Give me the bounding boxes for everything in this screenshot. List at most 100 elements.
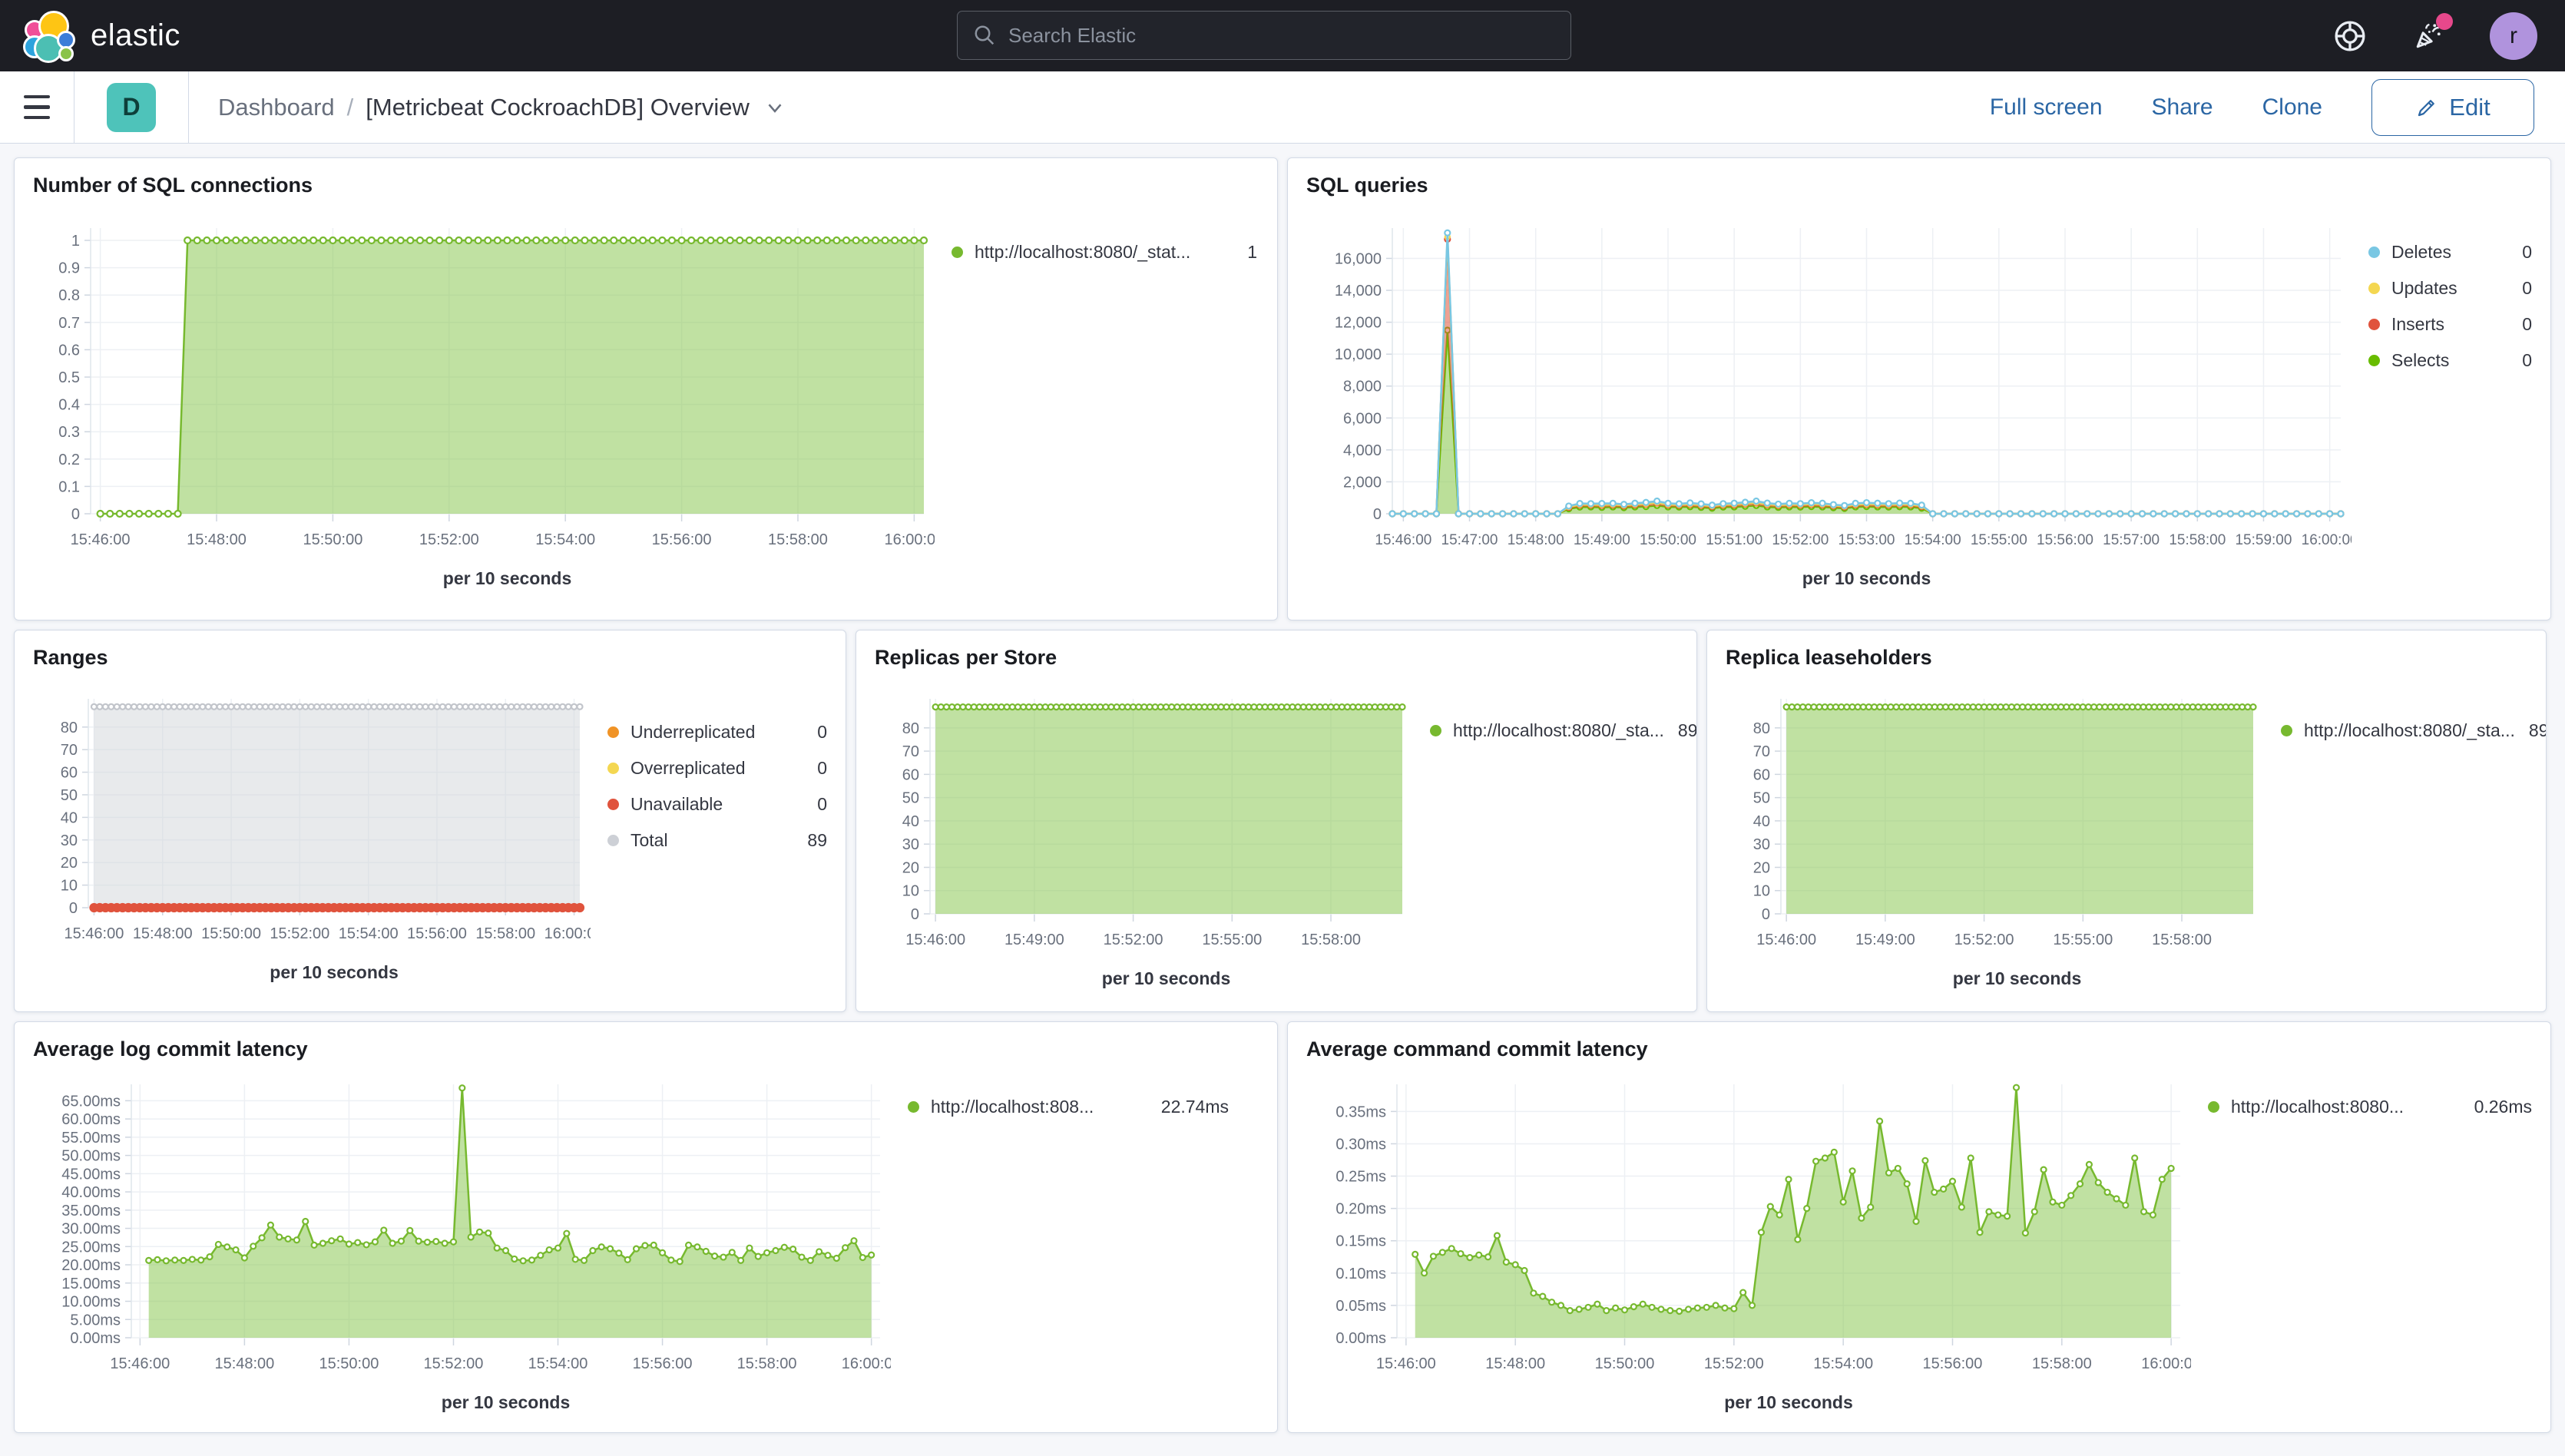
breadcrumb: Dashboard / [Metricbeat CockroachDB] Ove…	[218, 94, 786, 121]
svg-text:15:58:00: 15:58:00	[768, 531, 828, 548]
edit-button[interactable]: Edit	[2371, 79, 2534, 136]
svg-text:14,000: 14,000	[1335, 283, 1382, 299]
chart-canvas: 15:46:0015:48:0015:50:0015:52:0015:54:00…	[33, 690, 591, 951]
full-screen-button[interactable]: Full screen	[1990, 94, 2103, 121]
chart-canvas: 15:46:0015:48:0015:50:0015:52:0015:54:00…	[1306, 1075, 2191, 1381]
toolbar: D Dashboard / [Metricbeat CockroachDB] O…	[0, 71, 2565, 144]
chart-legend: http://localhost:8080/_sta...89	[1413, 690, 1678, 989]
legend-series-value: 0	[2508, 350, 2532, 371]
sql-queries-chart[interactable]: 15:46:0015:47:0015:48:0015:49:0015:50:00…	[1306, 219, 2352, 589]
svg-text:0.25ms: 0.25ms	[1335, 1169, 1386, 1186]
legend-series-dot-icon	[607, 835, 619, 846]
x-axis-title: per 10 seconds	[88, 962, 580, 983]
menu-button[interactable]	[0, 71, 74, 144]
legend-item[interactable]: http://localhost:8080/_sta...89	[2281, 720, 2527, 741]
legend-series-dot-icon	[2368, 355, 2380, 366]
legend-item[interactable]: Total89	[607, 830, 827, 851]
svg-text:15:46:00: 15:46:00	[110, 1355, 170, 1372]
legend-series-value: 89	[793, 830, 827, 851]
app-header: elastic	[0, 0, 2565, 71]
legend-series-dot-icon	[2281, 725, 2292, 736]
replicas-per-store-chart[interactable]: 15:46:0015:49:0015:52:0015:55:0015:58:00…	[875, 690, 1413, 989]
svg-text:45.00ms: 45.00ms	[61, 1166, 121, 1183]
svg-text:15.00ms: 15.00ms	[61, 1276, 121, 1292]
svg-text:15:52:00: 15:52:00	[1704, 1355, 1764, 1372]
legend-series-dot-icon	[1430, 725, 1441, 736]
svg-text:0.7: 0.7	[58, 315, 80, 332]
svg-text:10: 10	[902, 883, 919, 900]
legend-item[interactable]: Selects0	[2368, 350, 2532, 371]
ranges-chart[interactable]: 15:46:0015:48:0015:50:0015:52:0015:54:00…	[33, 690, 591, 983]
svg-text:15:58:00: 15:58:00	[2169, 532, 2226, 548]
legend-series-value: 0	[2508, 314, 2532, 335]
svg-text:15:54:00: 15:54:00	[1905, 532, 1961, 548]
legend-series-dot-icon	[2368, 283, 2380, 294]
notification-dot	[2436, 13, 2453, 30]
svg-text:60: 60	[1753, 766, 1770, 783]
command-commit-latency-chart[interactable]: 15:46:0015:48:0015:50:0015:52:0015:54:00…	[1306, 1075, 2191, 1413]
legend-item[interactable]: http://localhost:808...22.74ms	[908, 1097, 1229, 1117]
chart-canvas: 15:46:0015:48:0015:50:0015:52:0015:54:00…	[33, 219, 935, 557]
elastic-brand[interactable]: elastic	[23, 11, 180, 61]
svg-text:0: 0	[71, 506, 80, 523]
svg-text:30.00ms: 30.00ms	[61, 1221, 121, 1238]
legend-item[interactable]: http://localhost:8080/_stat...1	[952, 242, 1257, 263]
legend-item[interactable]: Updates0	[2368, 278, 2532, 299]
chart-legend: http://localhost:8080...0.26ms	[2191, 1075, 2532, 1413]
svg-text:15:46:00: 15:46:00	[905, 932, 965, 948]
chevron-down-icon[interactable]	[763, 96, 786, 119]
svg-text:40: 40	[902, 813, 919, 830]
space-badge[interactable]: D	[107, 83, 156, 132]
legend-item[interactable]: Overreplicated 0	[607, 758, 827, 779]
svg-text:15:56:00: 15:56:00	[1923, 1355, 1983, 1372]
svg-text:15:50:00: 15:50:00	[1640, 532, 1696, 548]
share-button[interactable]: Share	[2152, 94, 2213, 121]
global-search[interactable]	[957, 11, 1571, 60]
svg-text:15:50:00: 15:50:00	[1595, 1355, 1655, 1372]
svg-text:35.00ms: 35.00ms	[61, 1203, 121, 1219]
legend-series-dot-icon	[2368, 247, 2380, 258]
log-commit-latency-chart[interactable]: 15:46:0015:48:0015:50:0015:52:0015:54:00…	[33, 1075, 891, 1413]
chart-canvas: 15:46:0015:49:0015:52:0015:55:0015:58:00…	[875, 690, 1413, 957]
svg-text:15:59:00: 15:59:00	[2235, 532, 2292, 548]
legend-item[interactable]: http://localhost:8080/_sta...89	[1430, 720, 1678, 741]
sql-connections-chart[interactable]: 15:46:0015:48:0015:50:0015:52:0015:54:00…	[33, 219, 935, 589]
panel-title: Replicas per Store	[875, 646, 1678, 670]
search-input[interactable]	[1008, 24, 1555, 48]
svg-text:15:48:00: 15:48:00	[214, 1355, 274, 1372]
legend-series-label: Overreplicated	[630, 758, 746, 779]
panel-ranges: Ranges 15:46:0015:48:0015:50:0015:52:001…	[14, 630, 846, 1012]
legend-item[interactable]: Deletes0	[2368, 242, 2532, 263]
chart-legend: http://localhost:8080/_stat...1	[935, 219, 1257, 589]
legend-item[interactable]: Unavailable0	[607, 794, 827, 815]
legend-series-value: 0	[803, 758, 827, 779]
newsfeed-button[interactable]	[2411, 19, 2445, 53]
svg-text:10,000: 10,000	[1335, 346, 1382, 363]
x-axis-title: per 10 seconds	[1392, 568, 2341, 589]
elastic-logo-icon	[23, 11, 77, 61]
svg-text:0.35ms: 0.35ms	[1335, 1104, 1386, 1120]
legend-item[interactable]: Underreplicated0	[607, 722, 827, 743]
svg-text:15:54:00: 15:54:00	[339, 925, 399, 942]
breadcrumb-dashboard-link[interactable]: Dashboard	[218, 94, 335, 121]
svg-text:2,000: 2,000	[1343, 474, 1382, 491]
svg-text:20: 20	[61, 855, 78, 872]
svg-text:0.30ms: 0.30ms	[1335, 1136, 1386, 1153]
svg-text:50.00ms: 50.00ms	[61, 1148, 121, 1165]
help-life-ring-icon	[2333, 19, 2367, 53]
legend-series-label: http://localhost:8080/_sta...	[1453, 720, 1664, 741]
help-button[interactable]	[2333, 19, 2367, 53]
svg-text:0.10ms: 0.10ms	[1335, 1266, 1386, 1282]
svg-text:70: 70	[1753, 743, 1770, 760]
legend-series-label: http://localhost:8080/_sta...	[2304, 720, 2515, 741]
clone-button[interactable]: Clone	[2262, 94, 2322, 121]
svg-text:40: 40	[1753, 813, 1770, 830]
replica-leaseholders-chart[interactable]: 15:46:0015:49:0015:52:0015:55:0015:58:00…	[1726, 690, 2264, 989]
svg-text:20.00ms: 20.00ms	[61, 1257, 121, 1274]
x-axis-title: per 10 seconds	[91, 568, 924, 589]
legend-item[interactable]: http://localhost:8080...0.26ms	[2208, 1097, 2532, 1117]
legend-series-label: http://localhost:8080...	[2231, 1097, 2404, 1117]
legend-item[interactable]: Inserts0	[2368, 314, 2532, 335]
svg-text:5.00ms: 5.00ms	[70, 1312, 121, 1329]
user-avatar[interactable]: r	[2490, 12, 2537, 60]
